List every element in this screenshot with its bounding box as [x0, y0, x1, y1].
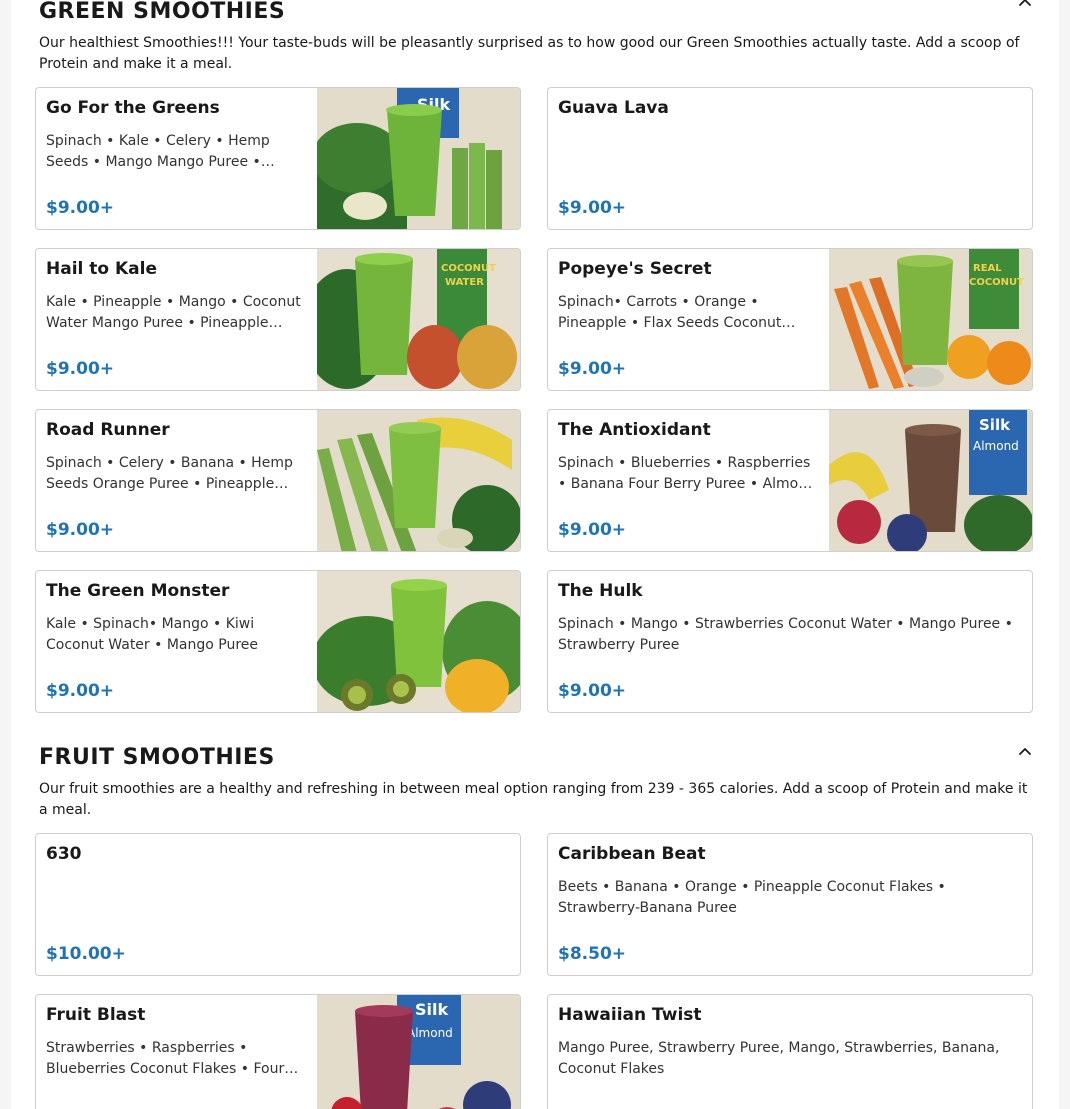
svg-text:Almond: Almond — [973, 439, 1019, 453]
item-description: Mango Puree, Strawberry Puree, Mango, St… — [558, 1040, 1000, 1077]
item-description: Spinach • Mango • Strawberries Coconut W… — [558, 616, 1013, 653]
item-photo — [317, 410, 520, 551]
svg-text:COCONUT: COCONUT — [969, 277, 1024, 288]
item-name: The Green Monster — [46, 581, 230, 601]
section-description: Our fruit smoothies are a healthy and re… — [39, 781, 1028, 818]
svg-text:COCONUT: COCONUT — [441, 263, 496, 274]
section-title: GREEN SMOOTHIES — [39, 0, 286, 24]
item-price: $10.00+ — [46, 944, 126, 964]
item-description: Strawberries • Raspberries • Blueberries… — [46, 1040, 285, 1077]
item-photo: COCONUT WATER — [317, 249, 520, 390]
item-name: Popeye's Secret — [558, 259, 712, 279]
item-price: $9.00+ — [46, 198, 115, 218]
item-description: Kale • Spinach• Mango • Kiwi Coconut Wat… — [46, 616, 259, 653]
item-photo: Silk — [317, 88, 520, 229]
item-description: Beets • Banana • Orange • Pineapple Coco… — [558, 879, 946, 916]
menu-item-card[interactable]: Go For the Greens Spinach • Kale • Celer… — [35, 87, 521, 230]
menu-page: GREEN SMOOTHIES Our healthiest Smoothies… — [11, 0, 1059, 1109]
menu-item-card[interactable]: Popeye's Secret Spinach• Carrots • Orang… — [547, 248, 1033, 391]
menu-item-card[interactable]: Hail to Kale Kale • Pineapple • Mango • … — [35, 248, 521, 391]
item-name: The Antioxidant — [558, 420, 711, 440]
menu-item-card[interactable]: Road Runner Spinach • Celery • Banana • … — [35, 409, 521, 552]
item-price: $9.00+ — [46, 359, 115, 379]
item-price: $8.50+ — [558, 944, 627, 964]
item-description: Spinach• Carrots • Orange • Pineapple • … — [558, 294, 782, 331]
item-photo: Silk Almond — [317, 995, 520, 1109]
menu-item-card[interactable]: The Hulk Spinach • Mango • Strawberries … — [547, 570, 1033, 713]
item-description: Spinach • Kale • Celery • Hemp Seeds • M… — [46, 133, 270, 170]
item-photo: Silk Almond — [829, 410, 1032, 551]
item-photo: REAL COCONUT — [829, 249, 1032, 390]
menu-item-card[interactable]: Guava Lava $9.00+ — [547, 87, 1033, 230]
item-description: Spinach • Celery • Banana • Hemp Seeds O… — [46, 455, 293, 492]
chevron-up-icon — [1019, 748, 1031, 755]
item-description: Spinach • Blueberries • Raspberries • Ba… — [558, 455, 816, 492]
item-price: $9.00+ — [558, 520, 627, 540]
item-name: Go For the Greens — [46, 98, 220, 118]
svg-text:Silk: Silk — [979, 416, 1011, 434]
item-price: $9.00+ — [558, 198, 627, 218]
menu-item-card[interactable]: Hawaiian Twist Mango Puree, Strawberry P… — [547, 994, 1033, 1109]
menu-item-card[interactable]: 630 $10.00+ — [35, 833, 521, 976]
item-name: The Hulk — [558, 581, 643, 601]
item-price: $9.00+ — [46, 681, 115, 701]
svg-text:WATER: WATER — [445, 277, 484, 288]
item-name: Hawaiian Twist — [558, 1005, 702, 1025]
item-price: $9.00+ — [558, 359, 627, 379]
collapse-section-button[interactable] — [1015, 742, 1035, 762]
menu-item-card[interactable]: The Antioxidant Spinach • Blueberries • … — [547, 409, 1033, 552]
svg-text:REAL: REAL — [973, 263, 1002, 274]
section-title: FRUIT SMOOTHIES — [39, 745, 275, 770]
item-name: Fruit Blast — [46, 1005, 146, 1025]
item-name: Caribbean Beat — [558, 844, 706, 864]
menu-item-card[interactable]: Fruit Blast Strawberries • Raspberries •… — [35, 994, 521, 1109]
item-name: Guava Lava — [558, 98, 669, 118]
chevron-up-icon — [1019, 0, 1031, 6]
svg-text:Silk: Silk — [415, 1000, 448, 1019]
item-name: Hail to Kale — [46, 259, 157, 279]
item-name: 630 — [46, 844, 82, 864]
item-description: Kale • Pineapple • Mango • Coconut Water… — [46, 294, 301, 331]
section-description: Our healthiest Smoothies!!! Your taste-b… — [39, 35, 1020, 72]
collapse-section-button[interactable] — [1015, 0, 1035, 20]
svg-text:Almond: Almond — [407, 1026, 453, 1040]
item-name: Road Runner — [46, 420, 170, 440]
item-price: $9.00+ — [558, 681, 627, 701]
menu-item-card[interactable]: The Green Monster Kale • Spinach• Mango … — [35, 570, 521, 713]
item-price: $9.00+ — [46, 520, 115, 540]
item-photo — [317, 571, 520, 712]
menu-item-card[interactable]: Caribbean Beat Beets • Banana • Orange •… — [547, 833, 1033, 976]
